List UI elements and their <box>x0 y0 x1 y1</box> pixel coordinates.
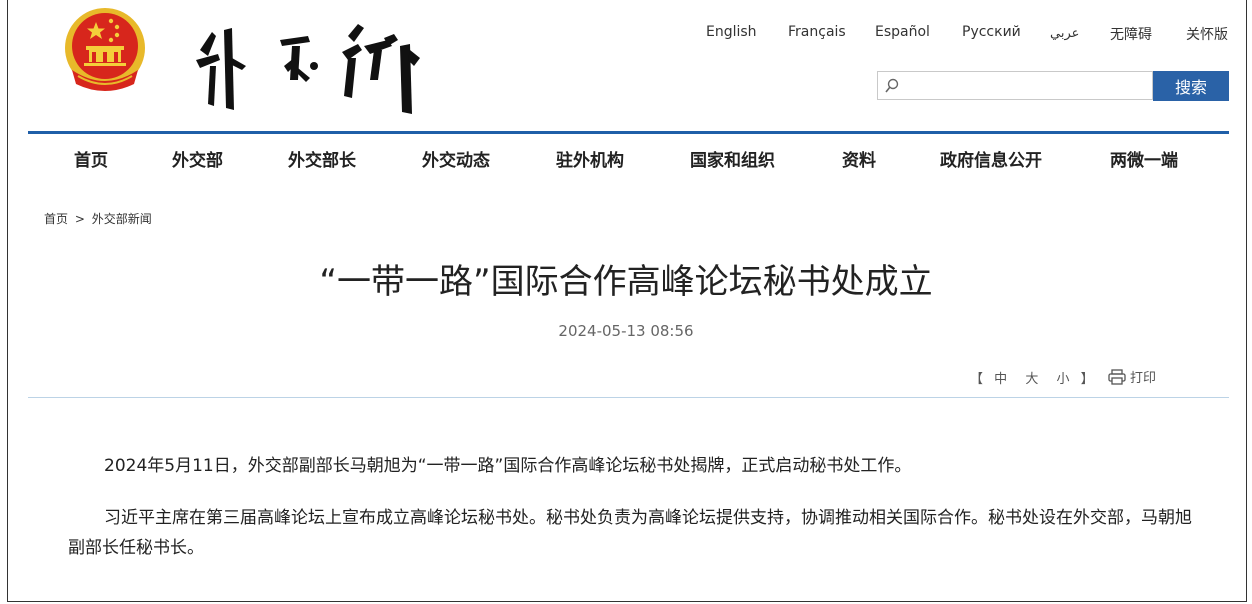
font-size-bracket-open: 【 <box>970 372 984 387</box>
article-date: 2024-05-13 08:56 <box>558 322 694 340</box>
lang-english[interactable]: English <box>706 24 757 40</box>
lang-spanish[interactable]: Español <box>875 24 930 40</box>
font-size-bracket-close: 】 <box>1080 372 1094 387</box>
article-title: “一带一路”国际合作高峰论坛秘书处成立 <box>319 262 933 302</box>
nav-item-countries-organizations[interactable]: 国家和组织 <box>690 146 775 171</box>
nav-item-ministry[interactable]: 外交部 <box>172 146 223 171</box>
nav-item-missions-abroad[interactable]: 驻外机构 <box>556 146 624 171</box>
print-label: 打印 <box>1130 371 1157 386</box>
breadcrumb-current[interactable]: 外交部新闻 <box>92 212 152 226</box>
article-paragraph-2: 习近平主席在第三届高峰论坛上宣布成立高峰论坛秘书处。秘书处负责为高峰论坛提供支持… <box>68 508 1192 558</box>
nav-item-home[interactable]: 首页 <box>74 146 108 171</box>
lang-accessibility[interactable]: 无障碍 <box>1110 24 1152 44</box>
lang-arabic[interactable]: عربي <box>1050 26 1079 41</box>
nav-item-diplomatic-news[interactable]: 外交动态 <box>422 146 490 171</box>
breadcrumb-home[interactable]: 首页 <box>44 212 68 226</box>
search-box <box>877 71 1153 101</box>
breadcrumb: 首页 > 外交部新闻 <box>44 210 155 227</box>
printer-icon <box>1108 369 1126 385</box>
nav-item-social-media[interactable]: 两微一端 <box>1110 146 1178 171</box>
lang-russian[interactable]: Русский <box>962 24 1021 40</box>
content-divider <box>28 397 1229 398</box>
nav-item-government-info[interactable]: 政府信息公开 <box>940 146 1042 171</box>
nav-top-rule <box>28 131 1229 134</box>
article-paragraph-1: 2024年5月11日，外交部副部长马朝旭为“一带一路”国际合作高峰论坛秘书处揭牌… <box>104 456 912 476</box>
font-size-small[interactable]: 小 <box>1056 372 1069 387</box>
print-button[interactable]: 打印 <box>1108 367 1156 386</box>
main-nav: 首页 外交部 外交部长 外交动态 驻外机构 国家和组织 资料 政府信息公开 两微… <box>0 146 1252 174</box>
search-input[interactable] <box>906 72 1150 101</box>
search-button[interactable]: 搜索 <box>1153 71 1229 101</box>
font-size-medium[interactable]: 中 <box>994 372 1007 387</box>
search-icon <box>885 78 899 93</box>
lang-care-mode[interactable]: 关怀版 <box>1186 24 1228 44</box>
nav-item-minister[interactable]: 外交部长 <box>288 146 356 171</box>
font-size-large[interactable]: 大 <box>1025 372 1038 387</box>
breadcrumb-separator: > <box>74 212 85 226</box>
font-size-controls: 【 中 大 小 】 <box>970 368 1094 387</box>
lang-french[interactable]: Français <box>788 24 846 40</box>
national-emblem-logo[interactable] <box>62 6 148 98</box>
language-bar: English Français Español Русский عربي 无障… <box>0 24 1252 44</box>
nav-item-resources[interactable]: 资料 <box>842 146 876 171</box>
